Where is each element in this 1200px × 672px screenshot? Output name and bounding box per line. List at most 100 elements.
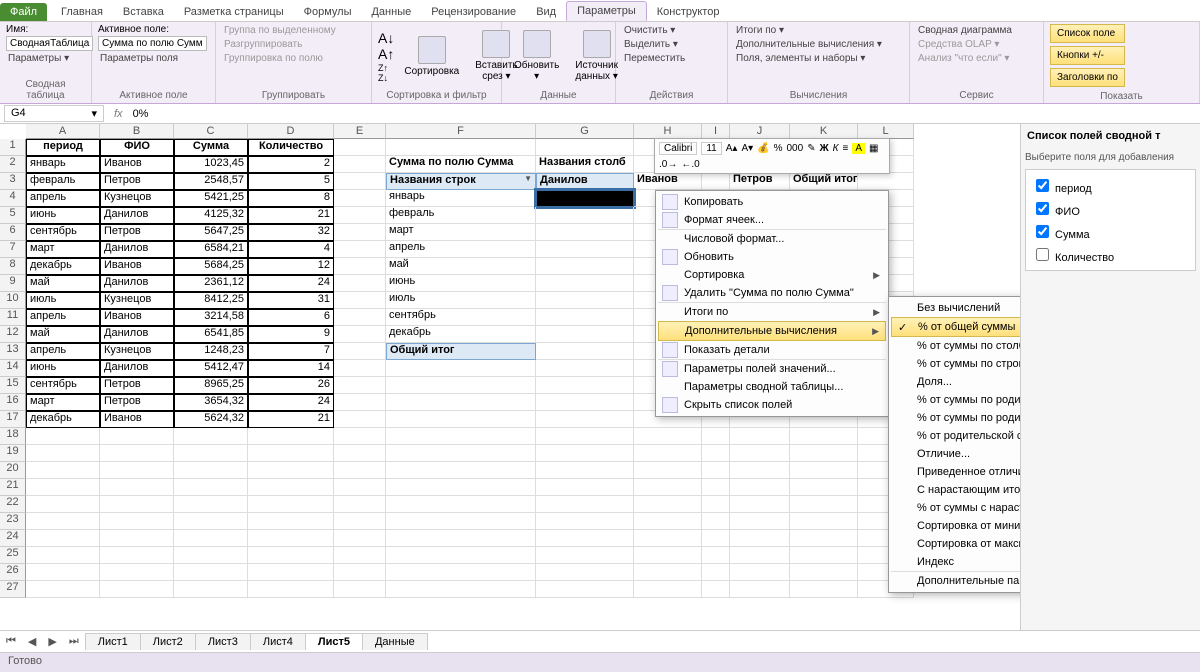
cell[interactable]: 21 xyxy=(248,411,334,428)
row-header[interactable]: 25 xyxy=(0,547,26,564)
ctx-item[interactable]: Параметры сводной таблицы... xyxy=(658,378,886,396)
cell[interactable]: Петров xyxy=(100,224,174,241)
row-header[interactable]: 27 xyxy=(0,581,26,598)
cell[interactable]: декабрь xyxy=(26,411,100,428)
group-selection-btn[interactable]: Группа по выделенному xyxy=(222,24,338,37)
tab-insert[interactable]: Вставка xyxy=(113,3,174,21)
cell[interactable] xyxy=(536,394,634,411)
cell[interactable]: 5684,25 xyxy=(174,258,248,275)
cell[interactable] xyxy=(634,547,702,564)
cell[interactable]: 8965,25 xyxy=(174,377,248,394)
cell[interactable] xyxy=(730,513,790,530)
change-source-btn[interactable]: Источник данных ▾ xyxy=(575,60,618,82)
cell[interactable] xyxy=(334,309,386,326)
cell[interactable]: Сумма xyxy=(174,139,248,156)
cell[interactable] xyxy=(26,564,100,581)
group-field-btn[interactable]: Группировка по полю xyxy=(222,52,338,65)
cell[interactable] xyxy=(536,496,634,513)
row-header[interactable]: 22 xyxy=(0,496,26,513)
cell[interactable] xyxy=(386,428,536,445)
mini-decinc-icon[interactable]: .0→ xyxy=(659,159,677,170)
formula-input[interactable]: 0% xyxy=(129,107,1200,121)
cell[interactable] xyxy=(702,462,730,479)
cell[interactable]: 12 xyxy=(248,258,334,275)
cell[interactable] xyxy=(730,547,790,564)
cell[interactable]: апрель xyxy=(26,343,100,360)
cell[interactable] xyxy=(386,445,536,462)
cell[interactable] xyxy=(334,530,386,547)
col-header-G[interactable]: G xyxy=(536,124,634,139)
col-header-K[interactable]: K xyxy=(790,124,858,139)
ctx-item[interactable]: Копировать xyxy=(658,193,886,211)
cell[interactable]: 5647,25 xyxy=(174,224,248,241)
cell[interactable] xyxy=(702,547,730,564)
mini-italic-icon[interactable]: К xyxy=(833,143,839,154)
row-header[interactable]: 6 xyxy=(0,224,26,241)
row-header[interactable]: 16 xyxy=(0,394,26,411)
cell[interactable] xyxy=(790,547,858,564)
cell[interactable] xyxy=(536,581,634,598)
row-header[interactable]: 1 xyxy=(0,139,26,156)
row-header[interactable]: 18 xyxy=(0,428,26,445)
cell[interactable] xyxy=(536,547,634,564)
submenu-item[interactable]: Дополнительные параметры... xyxy=(891,572,1020,590)
cell[interactable]: Петров xyxy=(100,394,174,411)
cell[interactable] xyxy=(174,581,248,598)
cell[interactable] xyxy=(334,462,386,479)
cell[interactable]: Кузнецов xyxy=(100,292,174,309)
summarize-by-btn[interactable]: Итоги по ▾ xyxy=(734,24,884,37)
cell[interactable]: Иванов xyxy=(100,309,174,326)
cell[interactable] xyxy=(730,564,790,581)
cell[interactable] xyxy=(334,377,386,394)
cell[interactable] xyxy=(100,479,174,496)
cell[interactable] xyxy=(634,513,702,530)
cell[interactable]: 4125,32 xyxy=(174,207,248,224)
row-header[interactable]: 21 xyxy=(0,479,26,496)
cell[interactable] xyxy=(730,496,790,513)
mini-paint-icon[interactable]: ✎ xyxy=(807,143,815,154)
cell[interactable]: Названия строк▼ xyxy=(386,173,536,190)
cell[interactable]: Петров xyxy=(100,173,174,190)
cell[interactable] xyxy=(790,462,858,479)
cell[interactable] xyxy=(26,547,100,564)
mini-money-icon[interactable]: 💰 xyxy=(757,143,769,154)
cell[interactable]: Количество xyxy=(248,139,334,156)
field-checkbox[interactable]: Количество xyxy=(1030,243,1191,266)
tab-formulas[interactable]: Формулы xyxy=(294,3,362,21)
submenu-item[interactable]: % от родительской суммы... xyxy=(891,427,1020,445)
cell[interactable] xyxy=(100,428,174,445)
cell[interactable] xyxy=(386,360,536,377)
cell[interactable]: 24 xyxy=(248,275,334,292)
col-header-E[interactable]: E xyxy=(334,124,386,139)
sheet-nav-next[interactable]: ▶ xyxy=(42,635,62,648)
cell[interactable] xyxy=(536,275,634,292)
pivot-name-input[interactable]: СводнаяТаблица xyxy=(6,36,93,51)
cell[interactable] xyxy=(702,479,730,496)
row-header[interactable]: 20 xyxy=(0,462,26,479)
cell[interactable] xyxy=(386,547,536,564)
row-header[interactable]: 26 xyxy=(0,564,26,581)
cell[interactable]: май xyxy=(386,258,536,275)
name-box[interactable]: G4▾ xyxy=(4,105,104,122)
cell[interactable] xyxy=(174,530,248,547)
cell[interactable] xyxy=(790,530,858,547)
cell[interactable] xyxy=(536,564,634,581)
cell[interactable]: 31 xyxy=(248,292,334,309)
cell[interactable] xyxy=(334,479,386,496)
cell[interactable] xyxy=(386,496,536,513)
cell[interactable] xyxy=(334,258,386,275)
ctx-item[interactable]: Сортировка▶ xyxy=(658,266,886,284)
mini-comma-icon[interactable]: 000 xyxy=(787,143,804,154)
cell[interactable] xyxy=(248,530,334,547)
select-btn[interactable]: Выделить ▾ xyxy=(622,38,687,51)
field-headers-btn[interactable]: Заголовки по xyxy=(1050,68,1125,87)
cell[interactable]: декабрь xyxy=(26,258,100,275)
cell[interactable] xyxy=(702,428,730,445)
pivot-chart-btn[interactable]: Сводная диаграмма xyxy=(916,24,1014,37)
cell[interactable]: май xyxy=(26,275,100,292)
cell[interactable] xyxy=(536,530,634,547)
cell[interactable] xyxy=(334,411,386,428)
cell[interactable] xyxy=(536,343,634,360)
mini-shrink-icon[interactable]: A▾ xyxy=(741,143,753,154)
cell[interactable] xyxy=(248,445,334,462)
